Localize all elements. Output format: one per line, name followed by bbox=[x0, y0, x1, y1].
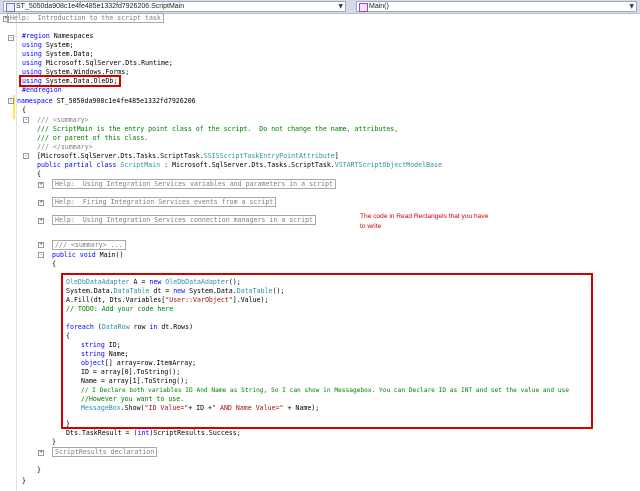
collapsed-region[interactable]: Help: Using Integration Services connect… bbox=[52, 215, 317, 225]
outline-collapse-icon[interactable]: - bbox=[8, 98, 14, 104]
collapsed-region[interactable]: Help: Using Integration Services variabl… bbox=[52, 179, 336, 189]
code-line: /// ScriptMain is the entry point class … bbox=[37, 125, 399, 133]
chevron-down-icon[interactable]: ▼ bbox=[629, 2, 634, 12]
code-line: /// </summary> bbox=[37, 143, 93, 151]
code-line: foreach (DataRow row in dt.Rows) bbox=[66, 323, 194, 331]
code-line: Dts.TaskResult = (int)ScriptResults.Succ… bbox=[66, 429, 241, 437]
code-line: Help: Using Integration Services variabl… bbox=[52, 179, 336, 189]
chevron-down-icon[interactable]: ▼ bbox=[338, 2, 343, 12]
code-line: string Name; bbox=[81, 350, 129, 358]
code-line: /// or parent of this class. bbox=[37, 134, 149, 142]
code-editor[interactable]: + - - - - + + + + - + Help: Introduction… bbox=[0, 13, 640, 491]
code-line: Help: Firing Integration Services events… bbox=[52, 197, 277, 207]
outline-expand-icon[interactable]: + bbox=[38, 242, 44, 248]
code-line: OleDbDataAdapter A = new OleDbDataAdapte… bbox=[66, 278, 241, 286]
red-annotation-note: The code in Read Rectangels that you hav… bbox=[360, 213, 489, 230]
code-line: { bbox=[37, 170, 41, 178]
code-line: namespace ST_5050da908c1e4fe485e1332fd79… bbox=[17, 97, 196, 105]
code-line: [Microsoft.SqlServer.Dts.Tasks.ScriptTas… bbox=[37, 152, 339, 160]
code-line: public partial class ScriptMain : Micros… bbox=[37, 161, 442, 169]
code-line: string ID; bbox=[81, 341, 121, 349]
outline-expand-icon[interactable]: + bbox=[38, 450, 44, 456]
member-dropdown[interactable]: Main() ▼ bbox=[356, 1, 637, 12]
collapsed-region[interactable]: Help: Introduction to the script task bbox=[7, 13, 164, 23]
outline-collapse-icon[interactable]: - bbox=[38, 252, 44, 258]
code-line: } bbox=[52, 438, 56, 446]
code-line: public void Main() bbox=[52, 251, 124, 259]
class-dropdown-value: ST_5050da908c1e4fe485e1332fd7926206.Scri… bbox=[16, 3, 185, 10]
code-line: { bbox=[66, 332, 70, 340]
code-line: #region Namespaces bbox=[22, 32, 94, 40]
code-line: } bbox=[66, 420, 70, 428]
code-line: // I Declare both variables ID And Name … bbox=[81, 387, 569, 394]
code-line: object[] array=row.ItemArray; bbox=[81, 359, 197, 367]
code-line: /// <summary> ... bbox=[52, 240, 126, 250]
collapsed-region[interactable]: Help: Firing Integration Services events… bbox=[52, 197, 277, 207]
code-line: ID = array[0].ToString(); bbox=[81, 368, 181, 376]
code-line: //However you want to use. bbox=[81, 395, 185, 403]
collapsed-region[interactable]: ScriptResults declaration bbox=[52, 447, 158, 457]
code-line: ScriptResults declaration bbox=[52, 447, 158, 457]
navigation-bar: ST_5050da908c1e4fe485e1332fd7926206.Scri… bbox=[0, 0, 640, 14]
code-line: using Microsoft.SqlServer.Dts.Runtime; bbox=[22, 59, 173, 67]
code-line: using System; bbox=[22, 41, 74, 49]
code-line: MessageBox.Show("ID Value="+ ID +" AND N… bbox=[81, 404, 320, 412]
code-line: Name = array[1].ToString(); bbox=[81, 377, 189, 385]
outline-expand-icon[interactable]: + bbox=[38, 200, 44, 206]
code-line: { bbox=[52, 260, 56, 268]
outline-collapse-icon[interactable]: - bbox=[23, 117, 29, 123]
outline-expand-icon[interactable]: + bbox=[38, 182, 44, 188]
outline-expand-icon[interactable]: + bbox=[38, 218, 44, 224]
collapsed-region[interactable]: /// <summary> ... bbox=[52, 240, 126, 250]
code-line: using System.Data; bbox=[22, 50, 94, 58]
code-line: System.Data.DataTable dt = new System.Da… bbox=[66, 287, 285, 295]
member-dropdown-value: Main() bbox=[369, 3, 389, 10]
class-icon bbox=[6, 3, 15, 12]
code-line: Help: Using Integration Services connect… bbox=[52, 215, 317, 225]
code-line: A.Fill(dt, Dts.Variables["User::VarObjec… bbox=[66, 296, 269, 304]
code-line: #endregion bbox=[22, 86, 62, 94]
code-line: // TODO: Add your code here bbox=[66, 305, 174, 313]
code-line: { bbox=[22, 106, 26, 114]
outline-collapse-icon[interactable]: - bbox=[8, 35, 14, 41]
outline-collapse-icon[interactable]: - bbox=[23, 153, 29, 159]
outline-margin bbox=[16, 14, 17, 491]
code-line: Help: Introduction to the script task bbox=[7, 13, 164, 23]
code-line: /// <summary> bbox=[37, 116, 89, 124]
code-line: } bbox=[22, 477, 26, 485]
class-dropdown[interactable]: ST_5050da908c1e4fe485e1332fd7926206.Scri… bbox=[3, 1, 346, 12]
code-line: } bbox=[37, 466, 41, 474]
method-icon bbox=[359, 3, 368, 12]
